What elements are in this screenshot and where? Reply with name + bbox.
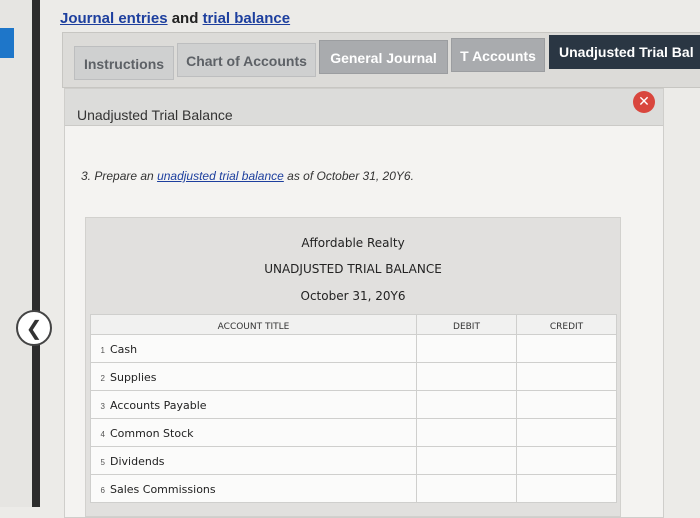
trial-balance-sheet: Affordable Realty UNADJUSTED TRIAL BALAN… xyxy=(85,217,621,517)
account-cell[interactable]: 2 Supplies xyxy=(90,362,417,391)
credit-cell[interactable] xyxy=(516,474,617,503)
row-number: 5 xyxy=(100,457,105,467)
account-cell[interactable]: 5 Dividends xyxy=(90,446,417,475)
question-link[interactable]: unadjusted trial balance xyxy=(157,169,284,183)
row-number: 4 xyxy=(100,429,105,439)
account-cell[interactable]: 3 Accounts Payable xyxy=(90,390,417,419)
journal-entries-link[interactable]: Journal entries xyxy=(60,10,168,27)
account-title: Accounts Payable xyxy=(110,398,207,412)
account-cell[interactable]: 1 Cash xyxy=(90,334,417,363)
close-icon[interactable]: ✕ xyxy=(633,91,655,113)
rail-accent xyxy=(0,28,14,58)
report-date: October 31, 20Y6 xyxy=(300,289,406,303)
account-cell[interactable]: 4 Common Stock xyxy=(90,418,417,447)
tab-t-accounts[interactable]: T Accounts xyxy=(451,38,545,72)
tab-unadjusted-trial-balance[interactable]: Unadjusted Trial Bal xyxy=(549,35,700,69)
page-title: Journal entries and trial balance xyxy=(60,10,290,27)
row-number: 2 xyxy=(100,373,105,383)
table-row: 1 Cash xyxy=(90,334,617,363)
table-row: 2 Supplies xyxy=(90,362,617,391)
table-row: 6 Sales Commissions xyxy=(90,474,617,503)
account-title: Common Stock xyxy=(110,426,194,440)
credit-cell[interactable] xyxy=(516,390,617,419)
debit-cell[interactable] xyxy=(416,390,517,419)
panel-header: Unadjusted Trial Balance ✕ xyxy=(65,89,663,126)
question-prefix: 3. Prepare an xyxy=(81,169,158,183)
question-suffix: as of October 31, 20Y6. xyxy=(283,169,414,183)
table-row: 4 Common Stock xyxy=(90,418,617,447)
credit-cell[interactable] xyxy=(516,334,617,363)
credit-cell[interactable] xyxy=(516,418,617,447)
account-title: Dividends xyxy=(110,454,165,468)
debit-cell[interactable] xyxy=(416,362,517,391)
account-title: Supplies xyxy=(110,370,157,384)
row-number: 1 xyxy=(100,345,105,355)
tab-chart-of-accounts[interactable]: Chart of Accounts xyxy=(177,43,316,77)
trial-balance-link[interactable]: trial balance xyxy=(203,10,291,27)
credit-cell[interactable] xyxy=(516,446,617,475)
tab-instructions[interactable]: Instructions xyxy=(74,46,174,80)
trial-balance-table: ACCOUNT TITLE DEBIT CREDIT 1 Cash 2 Suppli… xyxy=(90,314,617,503)
title-connector: and xyxy=(167,10,203,27)
company-name: Affordable Realty xyxy=(301,236,405,250)
column-account-title: ACCOUNT TITLE xyxy=(90,314,417,335)
row-number: 6 xyxy=(100,485,105,495)
column-debit: DEBIT xyxy=(416,314,517,335)
column-credit: CREDIT xyxy=(516,314,617,335)
table-row: 5 Dividends xyxy=(90,446,617,475)
debit-cell[interactable] xyxy=(416,418,517,447)
row-number: 3 xyxy=(100,401,105,411)
tab-strip: Instructions Chart of Accounts General J… xyxy=(62,32,700,88)
rail-bar xyxy=(32,0,40,507)
tab-general-journal[interactable]: General Journal xyxy=(319,40,448,74)
report-title: UNADJUSTED TRIAL BALANCE xyxy=(264,262,442,276)
debit-cell[interactable] xyxy=(416,334,517,363)
question-text: 3. Prepare an unadjusted trial balance a… xyxy=(81,169,414,183)
debit-cell[interactable] xyxy=(416,446,517,475)
debit-cell[interactable] xyxy=(416,474,517,503)
account-title: Sales Commissions xyxy=(110,482,216,496)
account-cell[interactable]: 6 Sales Commissions xyxy=(90,474,417,503)
chevron-left-icon[interactable]: ❮ xyxy=(16,310,52,346)
account-title: Cash xyxy=(110,342,138,356)
table-row: 3 Accounts Payable xyxy=(90,390,617,419)
credit-cell[interactable] xyxy=(516,362,617,391)
panel-title: Unadjusted Trial Balance xyxy=(77,107,233,123)
table-header-row: ACCOUNT TITLE DEBIT CREDIT xyxy=(90,314,617,335)
trial-balance-panel: Unadjusted Trial Balance ✕ 3. Prepare an… xyxy=(64,88,664,518)
